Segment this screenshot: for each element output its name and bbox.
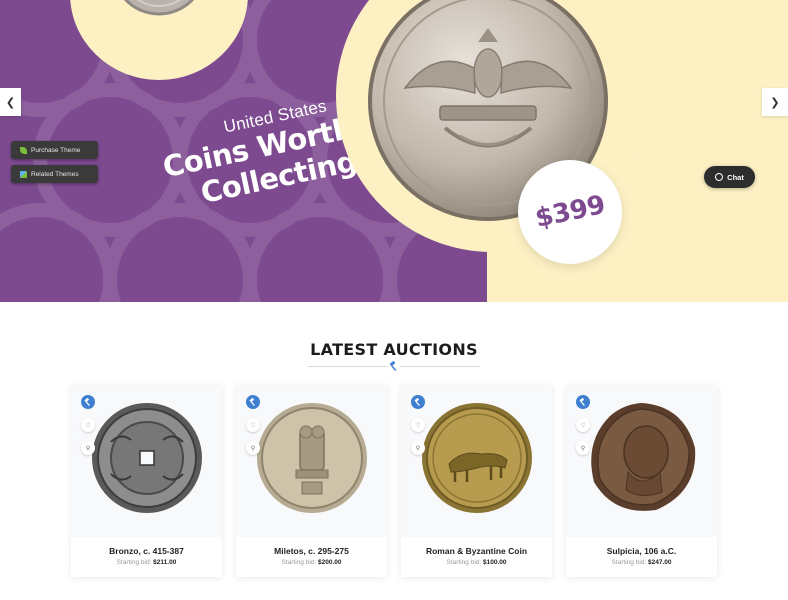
- bid-price: $211.00: [153, 559, 177, 566]
- product-card[interactable]: ♡ ⚲ Miletos, c. 295-275 Starting bid: $2…: [236, 385, 387, 577]
- product-card[interactable]: ♡ ⚲ Bronzo, c. 415-387 Starting bid: $21…: [71, 385, 222, 577]
- chat-button[interactable]: Chat: [704, 166, 755, 188]
- chat-label: Chat: [727, 172, 744, 182]
- wishlist-button[interactable]: ♡: [81, 418, 95, 432]
- product-bid: Starting bid: $200.00: [236, 559, 387, 566]
- product-name[interactable]: Bronzo, c. 415-387: [71, 546, 222, 556]
- chat-bubble-icon: [715, 173, 724, 181]
- search-icon: ⚲: [250, 445, 256, 452]
- quick-view-button[interactable]: ⚲: [81, 441, 95, 455]
- bid-price: $100.00: [483, 559, 507, 566]
- purchase-theme-label: Purchase Theme: [31, 146, 81, 154]
- quick-view-button[interactable]: ⚲: [246, 441, 260, 455]
- product-card[interactable]: ♡ ⚲ Sulpicia, 106 a.C. Starting bid: $24…: [566, 385, 717, 577]
- slider-next-button[interactable]: ❯: [762, 88, 788, 116]
- purchase-theme-button[interactable]: Purchase Theme: [11, 141, 98, 159]
- bid-label: Starting bid:: [446, 559, 482, 566]
- product-bid: Starting bid: $211.00: [71, 559, 222, 566]
- product-image-area[interactable]: ♡ ⚲: [566, 385, 717, 537]
- gold-tiger-coin-image: [422, 403, 532, 513]
- wishlist-button[interactable]: ♡: [246, 418, 260, 432]
- hero-slider: United States Coins Worth Collecting $39…: [0, 0, 788, 302]
- gavel-icon: [411, 395, 425, 409]
- product-image-area[interactable]: ♡ ⚲: [401, 385, 552, 537]
- gavel-icon: [576, 395, 590, 409]
- chevron-left-icon: ❮: [5, 96, 16, 109]
- slider-prev-button[interactable]: ❮: [0, 88, 21, 116]
- gavel-icon: [246, 395, 260, 409]
- bid-price: $200.00: [318, 559, 342, 566]
- hero-price: $399: [532, 190, 608, 234]
- wishlist-button[interactable]: ♡: [576, 418, 590, 432]
- gavel-icon: [81, 395, 95, 409]
- search-icon: ⚲: [85, 445, 91, 452]
- heart-icon: ♡: [580, 422, 586, 429]
- product-bid: Starting bid: $100.00: [401, 559, 552, 566]
- bronze-chinese-coin-image: [92, 403, 202, 513]
- gavel-icon: [388, 360, 400, 372]
- related-themes-label: Related Themes: [31, 170, 79, 178]
- india-lion-coin-image: [257, 403, 367, 513]
- related-themes-button[interactable]: Related Themes: [11, 165, 98, 183]
- product-card[interactable]: ♡ ⚲ Roman & Byzantine Coin Starting bid:…: [401, 385, 552, 577]
- heart-icon: ♡: [415, 422, 421, 429]
- related-themes-icon: [20, 170, 27, 178]
- roman-bronze-coin-image: [591, 403, 696, 511]
- bid-label: Starting bid:: [116, 559, 152, 566]
- bid-price: $247.00: [648, 559, 672, 566]
- bid-label: Starting bid:: [611, 559, 647, 566]
- bid-label: Starting bid:: [281, 559, 317, 566]
- search-icon: ⚲: [415, 445, 421, 452]
- price-badge: $399: [518, 160, 622, 264]
- product-image-area[interactable]: ♡ ⚲: [71, 385, 222, 537]
- section-title: LATEST AUCTIONS: [310, 340, 478, 359]
- product-bid: Starting bid: $247.00: [566, 559, 717, 566]
- chevron-right-icon: ❯: [770, 96, 780, 109]
- quick-view-button[interactable]: ⚲: [576, 441, 590, 455]
- wishlist-button[interactable]: ♡: [411, 418, 425, 432]
- product-image-area[interactable]: ♡ ⚲: [236, 385, 387, 537]
- small-quarter-coin-image: [123, 0, 195, 16]
- heart-icon: ♡: [250, 422, 256, 429]
- leaf-icon: [20, 146, 27, 154]
- product-name[interactable]: Roman & Byzantine Coin: [401, 546, 552, 556]
- quick-view-button[interactable]: ⚲: [411, 441, 425, 455]
- product-name[interactable]: Sulpicia, 106 a.C.: [566, 546, 717, 556]
- product-name[interactable]: Miletos, c. 295-275: [236, 546, 387, 556]
- heart-icon: ♡: [85, 422, 91, 429]
- search-icon: ⚲: [580, 445, 586, 452]
